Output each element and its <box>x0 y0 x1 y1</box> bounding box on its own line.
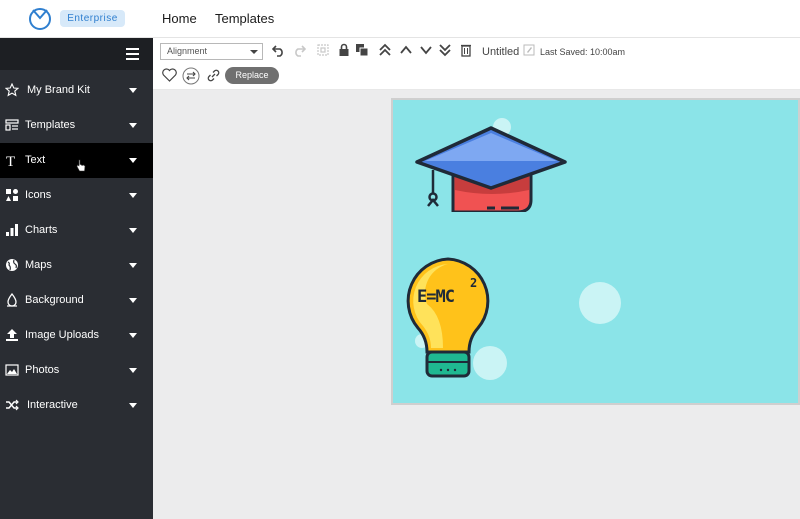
redo-icon[interactable] <box>292 43 306 57</box>
upload-icon <box>6 329 18 341</box>
sidebar-header <box>0 38 153 70</box>
chevron-down-icon <box>129 88 137 93</box>
bar-chart-icon <box>6 224 18 236</box>
sidebar-item-label: Icons <box>25 189 52 201</box>
sidebar-item-label: Photos <box>25 364 60 376</box>
sidebar-item-label: Image Uploads <box>25 329 99 341</box>
sidebar-item-label: Maps <box>25 259 52 271</box>
light-bulb-icon[interactable] <box>403 256 493 382</box>
sidebar-item-maps[interactable]: Maps <box>0 248 153 283</box>
sidebar-item-text[interactable]: T Text <box>0 143 153 178</box>
chevron-down-icon <box>129 368 137 373</box>
alignment-value: Alignment <box>167 46 208 56</box>
lock-icon[interactable] <box>337 43 351 57</box>
chevron-down-icon <box>250 50 258 54</box>
chevron-down-icon <box>129 193 137 198</box>
plan-badge: Enterprise <box>60 10 125 27</box>
chevron-down-icon <box>129 158 137 163</box>
hand-cursor-icon <box>76 159 86 172</box>
editor-toolbar: Alignment Untitled Last Saved: 10:00am R… <box>153 38 800 90</box>
chevron-down-icon <box>129 263 137 268</box>
sidebar-item-background[interactable]: Background <box>0 283 153 318</box>
formula-exponent: 2 <box>470 276 478 290</box>
text-icon: T <box>6 154 15 167</box>
sidebar-item-brand-kit[interactable]: My Brand Kit <box>0 73 153 108</box>
top-bar: Enterprise Home Templates <box>0 0 800 38</box>
edit-icon[interactable] <box>523 44 535 56</box>
sidebar-item-label: Charts <box>25 224 58 236</box>
heart-icon[interactable] <box>162 68 177 82</box>
last-saved-text: Last Saved: 10:00am <box>540 47 626 57</box>
replace-button[interactable]: Replace <box>225 67 279 84</box>
svg-text:T: T <box>6 154 15 167</box>
alignment-select[interactable]: Alignment <box>160 43 263 60</box>
design-canvas[interactable]: E=MC 2 <box>391 98 800 405</box>
swap-icon[interactable] <box>182 67 200 85</box>
sidebar-item-interactive[interactable]: Interactive <box>0 388 153 423</box>
undo-icon[interactable] <box>272 43 286 57</box>
background-bubble <box>579 282 621 324</box>
graduation-cap-icon[interactable] <box>415 124 567 212</box>
nav-templates[interactable]: Templates <box>215 11 274 26</box>
trash-icon[interactable] <box>459 43 473 57</box>
move-down-icon[interactable] <box>419 43 433 57</box>
photo-icon <box>5 364 19 376</box>
sidebar-item-photos[interactable]: Photos <box>0 353 153 388</box>
shuffle-icon <box>6 399 19 411</box>
document-title[interactable]: Untitled <box>482 46 519 58</box>
sidebar-item-label: Background <box>25 294 84 306</box>
logo-icon[interactable] <box>28 6 52 30</box>
drop-icon <box>7 293 17 307</box>
sidebar-item-icons[interactable]: Icons <box>0 178 153 213</box>
link-icon[interactable] <box>207 69 220 82</box>
icons-grid-icon <box>6 189 18 201</box>
chevron-down-icon <box>129 333 137 338</box>
move-up-icon[interactable] <box>399 43 413 57</box>
sidebar-item-label: Templates <box>25 119 76 131</box>
sidebar-item-charts[interactable]: Charts <box>0 213 153 248</box>
sidebar-item-image-uploads[interactable]: Image Uploads <box>0 318 153 353</box>
chevron-down-icon <box>129 123 137 128</box>
menu-icon[interactable] <box>126 48 139 60</box>
send-to-back-icon[interactable] <box>438 43 452 57</box>
globe-icon <box>6 259 18 271</box>
bring-to-front-icon[interactable] <box>378 43 392 57</box>
sidebar-item-label: Text <box>25 154 46 166</box>
nav-home[interactable]: Home <box>162 11 197 26</box>
crop-icon[interactable] <box>316 43 330 57</box>
sidebar-item-label: My Brand Kit <box>27 84 90 96</box>
sidebar: My Brand Kit Templates T Text Icons Char… <box>0 38 153 519</box>
chevron-down-icon <box>129 298 137 303</box>
formula-text: E=MC <box>417 287 455 307</box>
templates-icon <box>5 119 19 131</box>
chevron-down-icon <box>129 228 137 233</box>
sidebar-item-label: Interactive <box>27 399 78 411</box>
workspace: E=MC 2 <box>153 90 800 519</box>
sidebar-item-templates[interactable]: Templates <box>0 108 153 143</box>
chevron-down-icon <box>129 403 137 408</box>
star-icon <box>5 83 19 97</box>
duplicate-icon[interactable] <box>355 43 369 57</box>
